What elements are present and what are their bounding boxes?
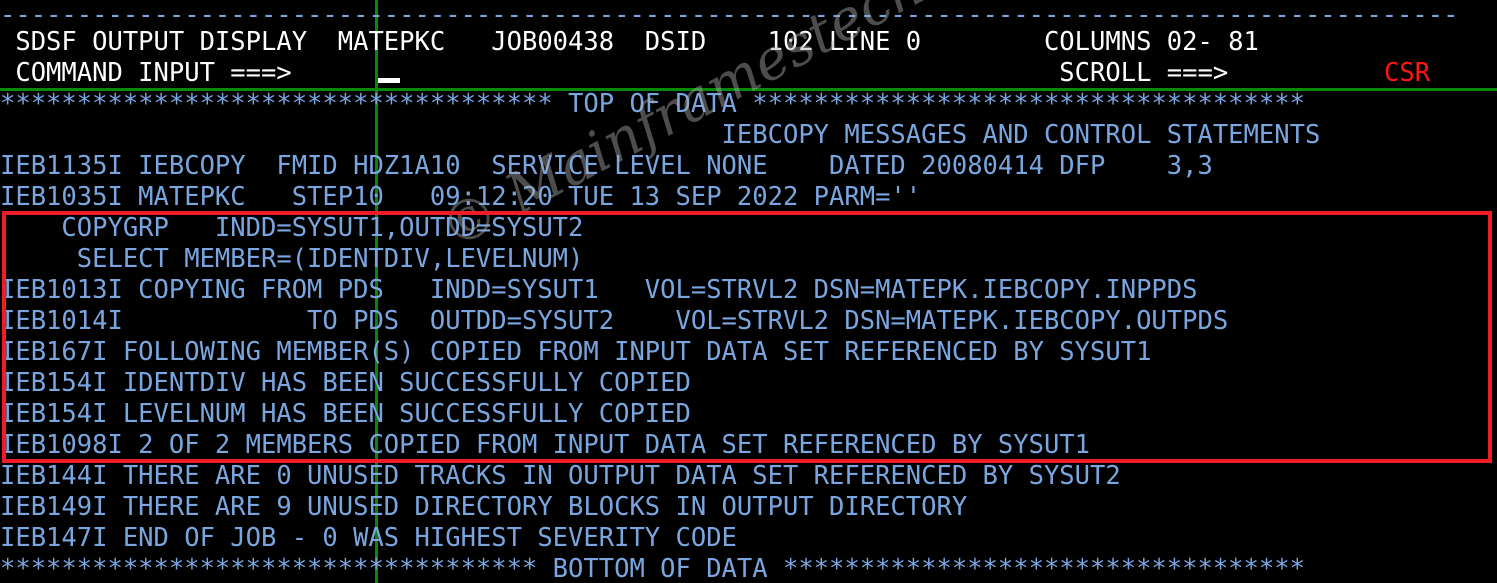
bottom-of-data-marker: *********************************** BOTT… [0, 554, 1305, 583]
output-line: IEB1013I COPYING FROM PDS INDD=SYSUT1 VO… [0, 275, 1198, 305]
top-of-data-marker: ************************************ TOP… [0, 89, 1305, 119]
scroll-value[interactable]: CSR [1384, 58, 1430, 89]
output-line: IEB144I THERE ARE 0 UNUSED TRACKS IN OUT… [0, 461, 1121, 491]
output-line: SELECT MEMBER=(IDENTDIV,LEVELNUM) [0, 244, 584, 274]
output-line: IEB1098I 2 OF 2 MEMBERS COPIED FROM INPU… [0, 430, 1091, 460]
output-line: COPYGRP INDD=SYSUT1,OUTDD=SYSUT2 [0, 213, 584, 243]
output-line: IEB1135I IEBCOPY FMID HDZ1A10 SERVICE LE… [0, 151, 1213, 181]
sdsf-terminal-screen: ----------------------------------------… [0, 0, 1497, 583]
output-line: IEB1014I TO PDS OUTDD=SYSUT2 VOL=STRVL2 … [0, 306, 1229, 336]
screen-title-bar: SDSF OUTPUT DISPLAY MATEPKC JOB00438 DSI… [0, 27, 1259, 57]
command-input-line[interactable]: COMMAND INPUT ===> SCROLL ===> [0, 58, 1244, 89]
output-line: IEB167I FOLLOWING MEMBER(S) COPIED FROM … [0, 337, 1152, 367]
output-line: IEB149I THERE ARE 9 UNUSED DIRECTORY BLO… [0, 492, 968, 522]
output-line: IEB154I IDENTDIV HAS BEEN SUCCESSFULLY C… [0, 368, 691, 398]
output-line: IEB147I END OF JOB - 0 WAS HIGHEST SEVER… [0, 523, 737, 553]
header-divider-rule [0, 88, 1497, 91]
output-line: IEB154I LEVELNUM HAS BEEN SUCCESSFULLY C… [0, 399, 691, 429]
command-input-cursor [378, 78, 400, 83]
output-heading: IEBCOPY MESSAGES AND CONTROL STATEMENTS [0, 120, 1321, 150]
output-line: IEB1035I MATEPKC STEP10 09:12:20 TUE 13 … [0, 182, 922, 212]
